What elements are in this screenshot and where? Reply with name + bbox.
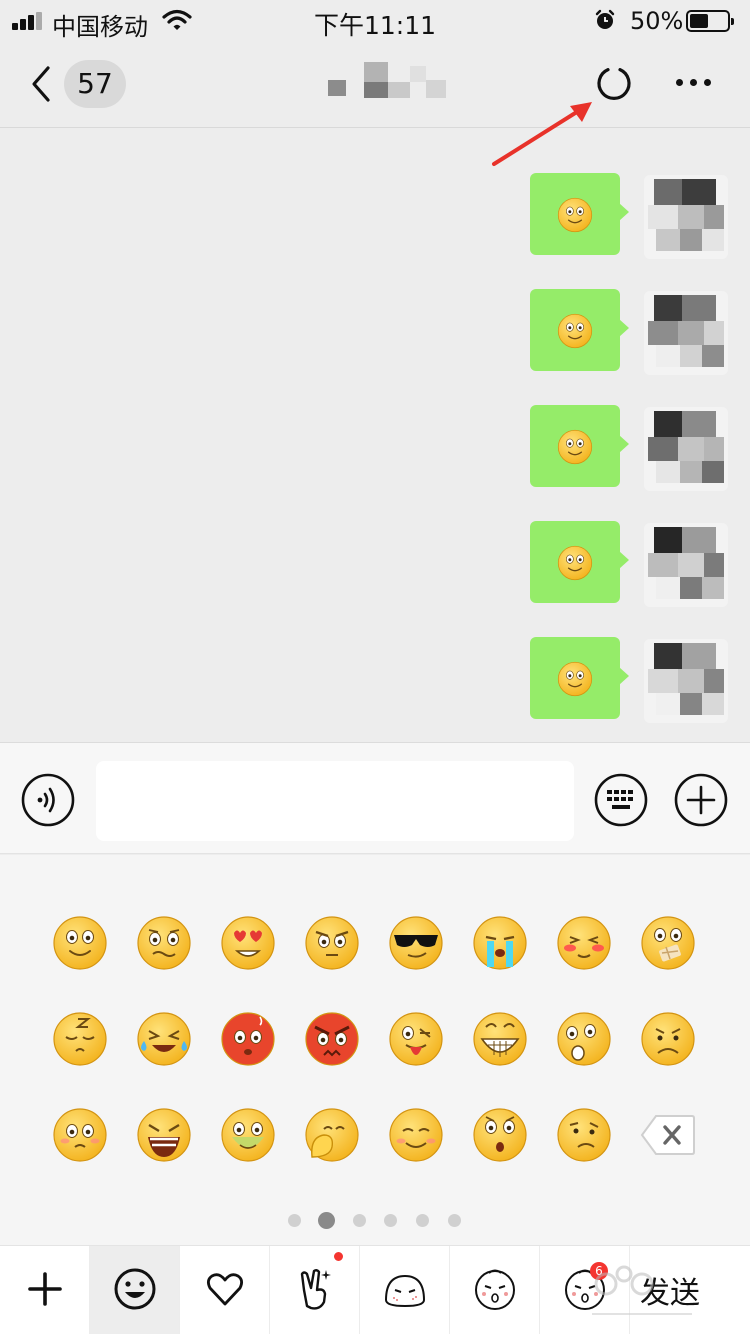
tab-custom[interactable] <box>270 1246 360 1334</box>
message-row[interactable] <box>528 173 750 259</box>
sleepy-emoji-icon[interactable] <box>38 997 122 1081</box>
grin-emoji-icon[interactable] <box>458 997 542 1081</box>
clock-icon[interactable] <box>288 1214 301 1227</box>
tab-favorites[interactable] <box>180 1246 270 1334</box>
smile-emoji-icon <box>557 545 593 581</box>
confused-emoji-icon[interactable] <box>542 1093 626 1177</box>
avatar[interactable] <box>644 407 728 491</box>
tab-sticker2[interactable] <box>450 1246 540 1334</box>
battery-fill <box>690 14 708 28</box>
smiley-icon <box>114 1268 156 1310</box>
status-bar: 中国移动 下午11:11 50% <box>0 0 750 44</box>
chat-title-pixelated <box>326 62 450 102</box>
more-dots-icon[interactable] <box>672 72 716 92</box>
message-bubble[interactable] <box>530 637 629 719</box>
avatar[interactable] <box>644 291 728 375</box>
refresh-icon[interactable] <box>594 64 634 104</box>
input-bar <box>0 742 750 854</box>
angry-stare-emoji-icon[interactable] <box>290 901 374 985</box>
facepalm-emoji-icon[interactable] <box>290 1093 374 1177</box>
battery-percent: 50% <box>630 7 684 35</box>
page-indicator[interactable] <box>0 1211 750 1231</box>
heart-icon <box>207 1273 243 1306</box>
smile-emoji-icon <box>557 313 593 349</box>
smile-emoji-icon[interactable] <box>38 901 122 985</box>
notification-count-badge: 6 <box>590 1262 608 1280</box>
cry-emoji-icon[interactable] <box>458 901 542 985</box>
message-row[interactable] <box>528 521 750 607</box>
unread-count-badge[interactable]: 57 <box>64 60 126 108</box>
emoji-tabs: 6 发送 <box>0 1245 750 1334</box>
smile-emoji-icon <box>557 429 593 465</box>
message-list[interactable] <box>0 129 750 742</box>
scream-emoji-icon[interactable] <box>122 1093 206 1177</box>
keyboard-icon[interactable] <box>594 773 648 827</box>
message-bubble[interactable] <box>530 521 629 603</box>
tongue-wink-emoji-icon[interactable] <box>374 997 458 1081</box>
chat-header: 57 <box>0 44 750 128</box>
peace-hand-icon <box>300 1269 331 1310</box>
chevron-left-icon[interactable] <box>26 64 56 104</box>
blob-sticker-icon <box>384 1274 426 1308</box>
furious-emoji-icon[interactable] <box>290 997 374 1081</box>
avatar[interactable] <box>644 175 728 259</box>
surprised-emoji-icon[interactable] <box>542 997 626 1081</box>
page-dot[interactable] <box>384 1214 397 1227</box>
message-bubble[interactable] <box>530 173 629 255</box>
notification-dot <box>332 1250 345 1263</box>
avatar[interactable] <box>644 523 728 607</box>
page-dot[interactable] <box>318 1212 335 1229</box>
heart-eyes-emoji-icon[interactable] <box>206 901 290 985</box>
shut-mouth-emoji-icon[interactable] <box>626 901 710 985</box>
message-row[interactable] <box>528 637 750 723</box>
plus-icon <box>28 1272 62 1306</box>
cool-emoji-icon[interactable] <box>374 901 458 985</box>
message-row[interactable] <box>528 405 750 491</box>
plus-circle-icon[interactable] <box>674 773 728 827</box>
message-bubble[interactable] <box>530 289 629 371</box>
face-sticker-icon <box>475 1269 515 1310</box>
alarm-icon <box>595 9 615 29</box>
page-dot[interactable] <box>448 1214 461 1227</box>
tab-sticker1[interactable] <box>360 1246 450 1334</box>
message-bubble[interactable] <box>530 405 629 487</box>
laugh-cry-emoji-icon[interactable] <box>122 997 206 1081</box>
voice-icon[interactable] <box>21 773 75 827</box>
send-button[interactable]: 发送 <box>640 1268 700 1312</box>
tab-sticker3[interactable]: 6 <box>540 1246 630 1334</box>
awkward-emoji-icon[interactable] <box>122 901 206 985</box>
tab-emoji[interactable] <box>90 1246 180 1334</box>
shocked-emoji-icon[interactable] <box>458 1093 542 1177</box>
message-input[interactable] <box>96 761 574 841</box>
page-dot[interactable] <box>416 1214 429 1227</box>
battery-icon <box>686 10 734 32</box>
backspace-icon[interactable] <box>640 1113 696 1157</box>
message-row[interactable] <box>528 289 750 375</box>
blush-emoji-icon[interactable] <box>374 1093 458 1177</box>
sad-emoji-icon[interactable] <box>626 997 710 1081</box>
page-dot[interactable] <box>353 1214 366 1227</box>
teary-emoji-icon[interactable] <box>38 1093 122 1177</box>
smile-emoji-icon <box>557 197 593 233</box>
hot-red-emoji-icon[interactable] <box>206 997 290 1081</box>
shy-emoji-icon[interactable] <box>542 901 626 985</box>
avatar[interactable] <box>644 639 728 723</box>
smile-emoji-icon <box>557 661 593 697</box>
emoji-panel <box>0 855 750 1245</box>
sick-emoji-icon[interactable] <box>206 1093 290 1177</box>
tab-add[interactable] <box>0 1246 90 1334</box>
